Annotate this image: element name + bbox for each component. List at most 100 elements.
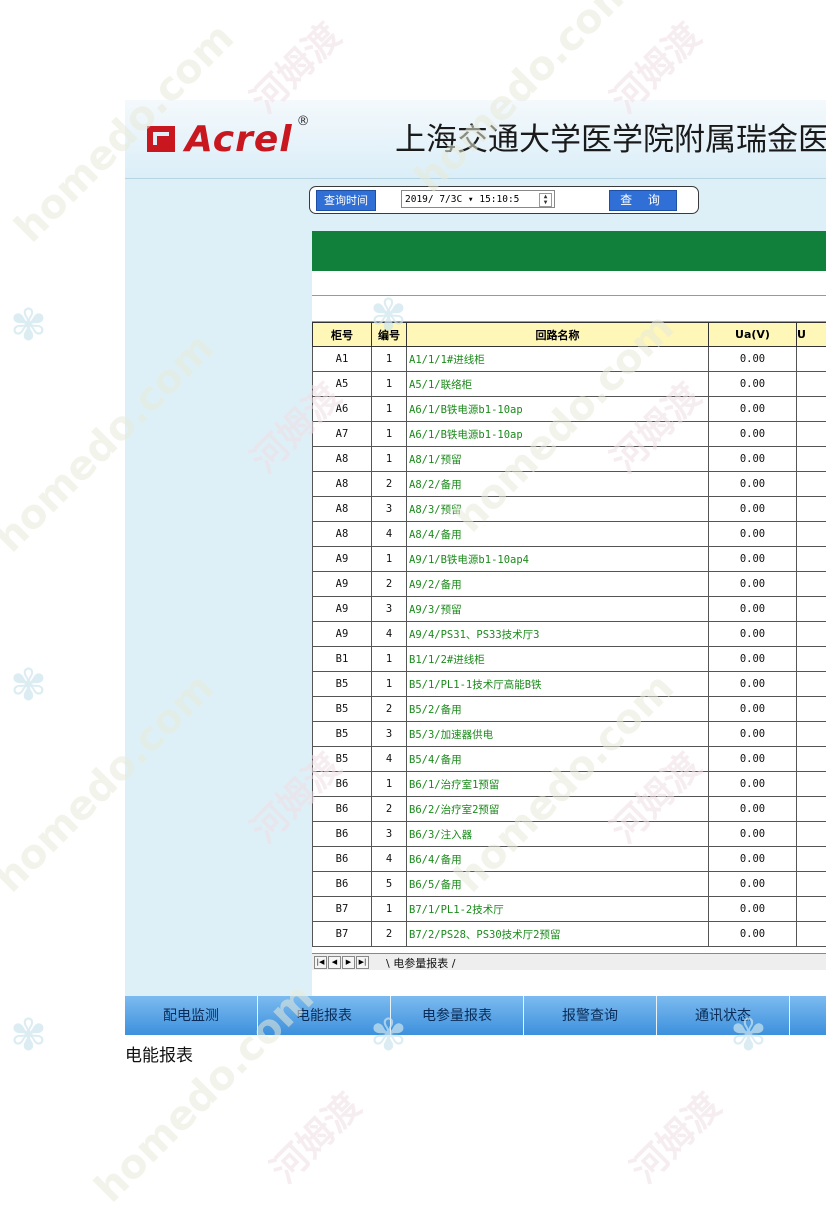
- ua-cell: 0.00: [709, 397, 797, 422]
- table-header-row: 柜号 编号 回路名称 Ua(V) U: [313, 323, 826, 347]
- circuit-name-cell: B5/4/备用: [407, 747, 709, 772]
- cabinet-cell: A8: [313, 497, 372, 522]
- circuit-name-cell: B6/3/注入器: [407, 822, 709, 847]
- cabinet-cell: A8: [313, 472, 372, 497]
- table-row: B63B6/3/注入器0.00: [313, 822, 826, 847]
- app-window: Acrel ® 上海交通大学医学院附属瑞金医 查询时间 2019/ 7/3C ▾…: [125, 100, 826, 1035]
- circuit-name-cell: B5/2/备用: [407, 697, 709, 722]
- circuit-name-cell: A9/3/预留: [407, 597, 709, 622]
- report-table: 柜号 编号 回路名称 Ua(V) U A11A1/1/1#进线柜0.00A51A…: [312, 322, 826, 947]
- ub-cell: [797, 847, 826, 872]
- acrel-logo: Acrel ®: [147, 114, 310, 164]
- ub-cell: [797, 472, 826, 497]
- circuit-name-cell: A8/1/预留: [407, 447, 709, 472]
- circuit-name-cell: B6/2/治疗室2预留: [407, 797, 709, 822]
- circuit-name-cell: A9/4/PS31、PS33技术厅3: [407, 622, 709, 647]
- table-row: A91A9/1/B铁电源b1-10ap40.00: [313, 547, 826, 572]
- cabinet-cell: A9: [313, 597, 372, 622]
- col-ua: Ua(V): [709, 323, 797, 347]
- circuit-name-cell: A6/1/B铁电源b1-10ap: [407, 397, 709, 422]
- table-row: A93A9/3/预留0.00: [313, 597, 826, 622]
- number-cell: 1: [372, 647, 407, 672]
- cabinet-cell: A5: [313, 372, 372, 397]
- table-row: A94A9/4/PS31、PS33技术厅30.00: [313, 622, 826, 647]
- number-cell: 1: [372, 672, 407, 697]
- datetime-value: 2019/ 7/3C ▾ 15:10:5: [405, 194, 519, 205]
- ua-cell: 0.00: [709, 697, 797, 722]
- sheet-tab[interactable]: \ 电参量报表 /: [386, 955, 455, 971]
- cabinet-cell: B5: [313, 697, 372, 722]
- table-row: B65B6/5/备用0.00: [313, 872, 826, 897]
- cabinet-cell: A6: [313, 397, 372, 422]
- circuit-name-cell: B7/2/PS28、PS30技术厅2预留: [407, 922, 709, 947]
- ua-cell: 0.00: [709, 447, 797, 472]
- cabinet-cell: B6: [313, 872, 372, 897]
- nav-comm-status[interactable]: 通讯状态: [657, 996, 790, 1035]
- table-row: A51A5/1/联络柜0.00: [313, 372, 826, 397]
- ua-cell: 0.00: [709, 372, 797, 397]
- table-row: A71A6/1/B铁电源b1-10ap0.00: [313, 422, 826, 447]
- last-sheet-icon[interactable]: ▶|: [356, 956, 369, 969]
- col-number: 编号: [372, 323, 407, 347]
- nav-energy-report[interactable]: 电能报表: [258, 996, 391, 1035]
- number-cell: 4: [372, 522, 407, 547]
- number-cell: 1: [372, 347, 407, 372]
- number-cell: 1: [372, 772, 407, 797]
- table-row: B72B7/2/PS28、PS30技术厅2预留0.00: [313, 922, 826, 947]
- circuit-name-cell: A8/3/预留: [407, 497, 709, 522]
- first-sheet-icon[interactable]: |◀: [314, 956, 327, 969]
- table-row: A61A6/1/B铁电源b1-10ap0.00: [313, 397, 826, 422]
- number-cell: 4: [372, 622, 407, 647]
- col-cabinet: 柜号: [313, 323, 372, 347]
- table-row: B11B1/1/2#进线柜0.00: [313, 647, 826, 672]
- spinner-icon[interactable]: ▲▼: [539, 193, 552, 207]
- table-row: B51B5/1/PL1-1技术厅高能B铁0.00: [313, 672, 826, 697]
- number-cell: 1: [372, 422, 407, 447]
- number-cell: 1: [372, 372, 407, 397]
- table-row: A81A8/1/预留0.00: [313, 447, 826, 472]
- cabinet-cell: B1: [313, 647, 372, 672]
- ua-cell: 0.00: [709, 622, 797, 647]
- query-button[interactable]: 查 询: [609, 190, 677, 211]
- ua-cell: 0.00: [709, 847, 797, 872]
- ub-cell: [797, 897, 826, 922]
- table-row: B52B5/2/备用0.00: [313, 697, 826, 722]
- circuit-name-cell: B7/1/PL1-2技术厅: [407, 897, 709, 922]
- ua-cell: 0.00: [709, 822, 797, 847]
- ub-cell: [797, 372, 826, 397]
- circuit-name-cell: B6/4/备用: [407, 847, 709, 872]
- ub-cell: [797, 872, 826, 897]
- cabinet-cell: B5: [313, 722, 372, 747]
- ua-cell: 0.00: [709, 747, 797, 772]
- table-row: A84A8/4/备用0.00: [313, 522, 826, 547]
- datetime-picker[interactable]: 2019/ 7/3C ▾ 15:10:5 ▲▼: [401, 190, 555, 208]
- circuit-name-cell: B1/1/2#进线柜: [407, 647, 709, 672]
- ua-cell: 0.00: [709, 772, 797, 797]
- ua-cell: 0.00: [709, 347, 797, 372]
- table-row: B64B6/4/备用0.00: [313, 847, 826, 872]
- nav-power-monitor[interactable]: 配电监测: [125, 996, 258, 1035]
- table-row: B62B6/2/治疗室2预留0.00: [313, 797, 826, 822]
- nav-alarm-query[interactable]: 报警查询: [524, 996, 657, 1035]
- table-row: B53B5/3/加速器供电0.00: [313, 722, 826, 747]
- cabinet-cell: A1: [313, 347, 372, 372]
- circuit-name-cell: A1/1/1#进线柜: [407, 347, 709, 372]
- circuit-name-cell: A9/2/备用: [407, 572, 709, 597]
- sheet-tab-bar: |◀ ◀ ▶ ▶| \ 电参量报表 /: [312, 953, 826, 970]
- number-cell: 2: [372, 922, 407, 947]
- next-sheet-icon[interactable]: ▶: [342, 956, 355, 969]
- number-cell: 2: [372, 572, 407, 597]
- ub-cell: [797, 597, 826, 622]
- circuit-name-cell: A5/1/联络柜: [407, 372, 709, 397]
- ua-cell: 0.00: [709, 572, 797, 597]
- prev-sheet-icon[interactable]: ◀: [328, 956, 341, 969]
- ua-cell: 0.00: [709, 597, 797, 622]
- number-cell: 3: [372, 822, 407, 847]
- query-bar: 查询时间 2019/ 7/3C ▾ 15:10:5 ▲▼ 查 询: [309, 186, 699, 214]
- nav-parameter-report[interactable]: 电参量报表: [391, 996, 524, 1035]
- ua-cell: 0.00: [709, 722, 797, 747]
- cabinet-cell: B6: [313, 772, 372, 797]
- ub-cell: [797, 797, 826, 822]
- ub-cell: [797, 672, 826, 697]
- number-cell: 4: [372, 847, 407, 872]
